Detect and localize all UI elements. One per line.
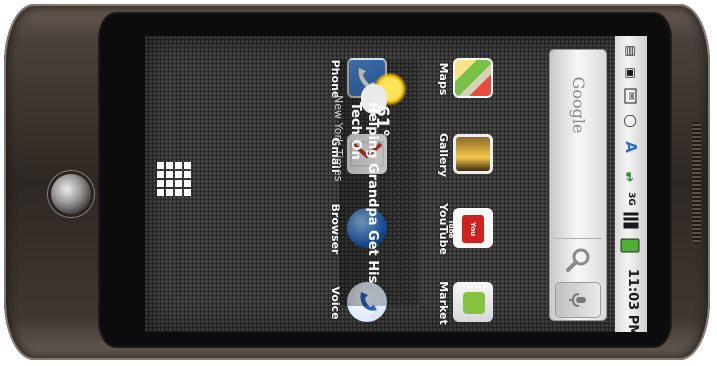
voicemail-icon: ◯ bbox=[624, 114, 638, 128]
search-icon[interactable] bbox=[564, 246, 592, 274]
maps-label: Maps bbox=[437, 62, 450, 96]
news-headline[interactable]: Helping Grandpa Get His Tech On bbox=[341, 102, 381, 310]
maps-icon[interactable] bbox=[453, 58, 493, 98]
market-label: Market bbox=[437, 281, 450, 325]
sim-icon: ▣ bbox=[624, 67, 638, 79]
wifi-icon: ⥵ bbox=[624, 172, 638, 182]
trackball[interactable] bbox=[51, 174, 91, 214]
sd-card-icon: ▤ bbox=[624, 45, 638, 57]
microphone-icon bbox=[569, 293, 586, 307]
mail-icon: ✉ bbox=[624, 88, 637, 104]
youtube-icon[interactable]: You Tube bbox=[447, 208, 493, 248]
battery-icon bbox=[620, 238, 640, 253]
a-icon: A bbox=[622, 141, 640, 153]
market-bag-icon bbox=[463, 292, 485, 314]
status-time: 11:03 PM bbox=[625, 268, 640, 332]
news-source: New York Times bbox=[332, 95, 345, 182]
google-logo: Google bbox=[569, 76, 588, 134]
youtube-label: YouTube bbox=[437, 203, 450, 255]
gallery-icon[interactable] bbox=[453, 134, 493, 174]
app-launcher-icon[interactable] bbox=[156, 162, 192, 198]
google-search-widget[interactable]: Google bbox=[550, 50, 606, 320]
signal-icon bbox=[623, 210, 639, 229]
status-bar: ▤ ▣ ✉ ◯ A ⥵ 3G 11:03 PM bbox=[615, 36, 647, 332]
voice-search-button[interactable] bbox=[556, 283, 600, 317]
3g-icon: 3G bbox=[626, 192, 636, 206]
youtube-badge: You Tube bbox=[447, 215, 484, 243]
home-screen: ▤ ▣ ✉ ◯ A ⥵ 3G 11:03 PM Google Maps Gall… bbox=[145, 36, 647, 332]
search-divider bbox=[554, 238, 602, 239]
earpiece-speaker bbox=[692, 122, 701, 244]
market-icon[interactable] bbox=[453, 282, 493, 322]
gallery-label: Gallery bbox=[437, 132, 450, 178]
